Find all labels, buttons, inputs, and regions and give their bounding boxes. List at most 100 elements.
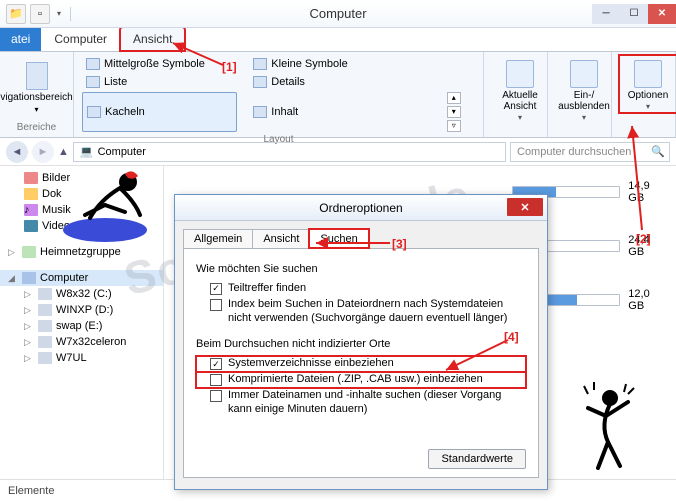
dlg-tab-general[interactable]: Allgemein bbox=[183, 229, 253, 248]
quick-access-toolbar: 📁 ▫ ▾ bbox=[0, 4, 73, 24]
tree-drive-1[interactable]: ▷WINXP (D:) bbox=[0, 302, 163, 318]
medium-icons-icon bbox=[86, 58, 100, 70]
tree-pictures[interactable]: Bilder bbox=[0, 170, 163, 186]
layout-details[interactable]: Details bbox=[249, 74, 380, 90]
annotation-1: [1] bbox=[222, 60, 237, 74]
chk-always-contents[interactable]: Immer Dateinamen und -inhalte suchen (di… bbox=[196, 388, 526, 418]
music-icon: ♪ bbox=[24, 204, 38, 216]
maximize-button[interactable]: ☐ bbox=[620, 4, 648, 24]
layout-scroll-down[interactable]: ▾ bbox=[447, 106, 461, 118]
nav-back-button[interactable]: ◄ bbox=[6, 141, 28, 163]
computer-icon bbox=[22, 272, 36, 284]
expand-icon[interactable]: ▷ bbox=[24, 289, 34, 300]
chk-no-index[interactable]: Index beim Suchen in Dateiordnern nach S… bbox=[196, 297, 526, 327]
options-icon bbox=[634, 60, 662, 88]
layout-tiles[interactable]: Kacheln bbox=[82, 92, 237, 132]
drive-icon bbox=[38, 352, 52, 364]
small-icons-icon bbox=[253, 58, 267, 70]
tree-drive-3[interactable]: ▷W7x32celeron bbox=[0, 334, 163, 350]
navigation-tree: Bilder Dok ♪Musik Videos ▷Heimnetzgruppe… bbox=[0, 166, 164, 479]
close-button[interactable]: ✕ bbox=[648, 4, 676, 24]
videos-icon bbox=[24, 220, 38, 232]
content-icon bbox=[253, 106, 267, 118]
tree-documents[interactable]: Dok bbox=[0, 186, 163, 202]
current-view-button[interactable]: Aktuelle Ansicht ▾ bbox=[492, 56, 548, 123]
drive-icon bbox=[38, 320, 52, 332]
annotation-arrow-2 bbox=[620, 120, 660, 243]
tab-computer[interactable]: Computer bbox=[41, 27, 120, 51]
ribbon: vigationsbereich ▾ Bereiche Mittelgroße … bbox=[0, 52, 676, 138]
list-icon bbox=[86, 76, 100, 88]
annotation-arrow-4 bbox=[440, 338, 520, 381]
tree-homegroup[interactable]: ▷Heimnetzgruppe bbox=[0, 244, 163, 260]
address-bar: ◄ ► ▲ 💻 Computer Computer durchsuchen 🔍 bbox=[0, 138, 676, 166]
homegroup-icon bbox=[22, 246, 36, 258]
checkbox-icon bbox=[210, 299, 222, 311]
layout-scroll-up[interactable]: ▴ bbox=[447, 92, 461, 104]
dlg-tab-view[interactable]: Ansicht bbox=[252, 229, 310, 248]
section-how-search: Wie möchten Sie suchen bbox=[196, 263, 526, 275]
chevron-down-icon: ▾ bbox=[646, 103, 650, 112]
dialog-titlebar: Ordneroptionen ✕ bbox=[175, 195, 547, 221]
layout-small[interactable]: Kleine Symbole bbox=[249, 56, 380, 72]
documents-icon bbox=[24, 188, 38, 200]
nav-pane-label: vigationsbereich bbox=[0, 92, 72, 103]
qat-folder-icon[interactable]: 📁 bbox=[6, 4, 26, 24]
layout-content[interactable]: Inhalt bbox=[249, 92, 380, 132]
tree-drive-4[interactable]: ▷W7UL bbox=[0, 350, 163, 366]
qat-dropdown-icon[interactable]: ▾ bbox=[54, 9, 64, 18]
options-button[interactable]: Optionen ▾ bbox=[620, 56, 676, 112]
annotation-arrow-1 bbox=[168, 40, 228, 73]
drive-icon bbox=[38, 304, 52, 316]
checkbox-icon bbox=[210, 374, 222, 386]
layout-list[interactable]: Liste bbox=[82, 74, 237, 90]
nav-up-button[interactable]: ▲ bbox=[58, 146, 69, 158]
navigation-pane-button[interactable]: vigationsbereich ▾ bbox=[8, 56, 65, 114]
ribbon-tabs: atei Computer Ansicht bbox=[0, 28, 676, 52]
checkbox-icon bbox=[210, 283, 222, 295]
details-icon bbox=[253, 76, 267, 88]
tree-computer[interactable]: ◢Computer bbox=[0, 270, 163, 286]
breadcrumb[interactable]: 💻 Computer bbox=[73, 142, 506, 162]
window-title: Computer bbox=[309, 6, 366, 21]
tree-drive-0[interactable]: ▷W8x32 (C:) bbox=[0, 286, 163, 302]
annotation-2: [2] bbox=[636, 232, 651, 246]
pc-icon: 💻 bbox=[80, 145, 94, 158]
minimize-button[interactable]: ─ bbox=[592, 4, 620, 24]
annotation-arrow-3 bbox=[310, 235, 400, 254]
tree-music[interactable]: ♪Musik bbox=[0, 202, 163, 218]
group-layout: Mittelgroße Symbole Kleine Symbole Liste… bbox=[74, 52, 484, 137]
group-panes: vigationsbereich ▾ Bereiche bbox=[0, 52, 74, 137]
checkbox-icon bbox=[210, 358, 222, 370]
expand-icon[interactable]: ▷ bbox=[8, 247, 18, 258]
drive-icon bbox=[38, 336, 52, 348]
dialog-title: Ordneroptionen bbox=[319, 201, 402, 215]
tree-drive-2[interactable]: ▷swap (E:) bbox=[0, 318, 163, 334]
nav-forward-button[interactable]: ► bbox=[32, 141, 54, 163]
drive-free-text: 12,0 GB bbox=[628, 288, 668, 312]
group-show-hide: Ein-/ ausblenden ▾ bbox=[548, 52, 612, 137]
expand-icon[interactable]: ▷ bbox=[24, 353, 34, 364]
defaults-button[interactable]: Standardwerte bbox=[428, 449, 526, 469]
show-hide-button[interactable]: Ein-/ ausblenden ▾ bbox=[556, 56, 612, 123]
nav-pane-icon bbox=[26, 62, 48, 90]
group-current-view: Aktuelle Ansicht ▾ bbox=[484, 52, 548, 137]
expand-icon[interactable]: ▷ bbox=[24, 321, 34, 332]
collapse-icon[interactable]: ◢ bbox=[8, 273, 18, 284]
show-hide-icon bbox=[570, 60, 598, 88]
tab-file[interactable]: atei bbox=[0, 27, 41, 51]
chk-partial-matches[interactable]: Teiltreffer finden bbox=[196, 281, 526, 297]
breadcrumb-text: Computer bbox=[98, 146, 146, 158]
search-placeholder: Computer durchsuchen bbox=[517, 146, 631, 158]
tiles-icon bbox=[87, 106, 101, 118]
group-label-bereiche: Bereiche bbox=[8, 120, 65, 133]
expand-icon[interactable]: ▷ bbox=[24, 337, 34, 348]
layout-grid: Mittelgroße Symbole Kleine Symbole Liste… bbox=[82, 56, 475, 132]
expand-icon[interactable]: ▷ bbox=[24, 305, 34, 316]
layout-expand[interactable]: ▿ bbox=[447, 120, 461, 132]
chevron-down-icon: ▾ bbox=[34, 105, 38, 114]
dialog-close-button[interactable]: ✕ bbox=[507, 198, 543, 216]
checkbox-icon bbox=[210, 390, 222, 402]
tree-videos[interactable]: Videos bbox=[0, 218, 163, 234]
qat-page-icon[interactable]: ▫ bbox=[30, 4, 50, 24]
